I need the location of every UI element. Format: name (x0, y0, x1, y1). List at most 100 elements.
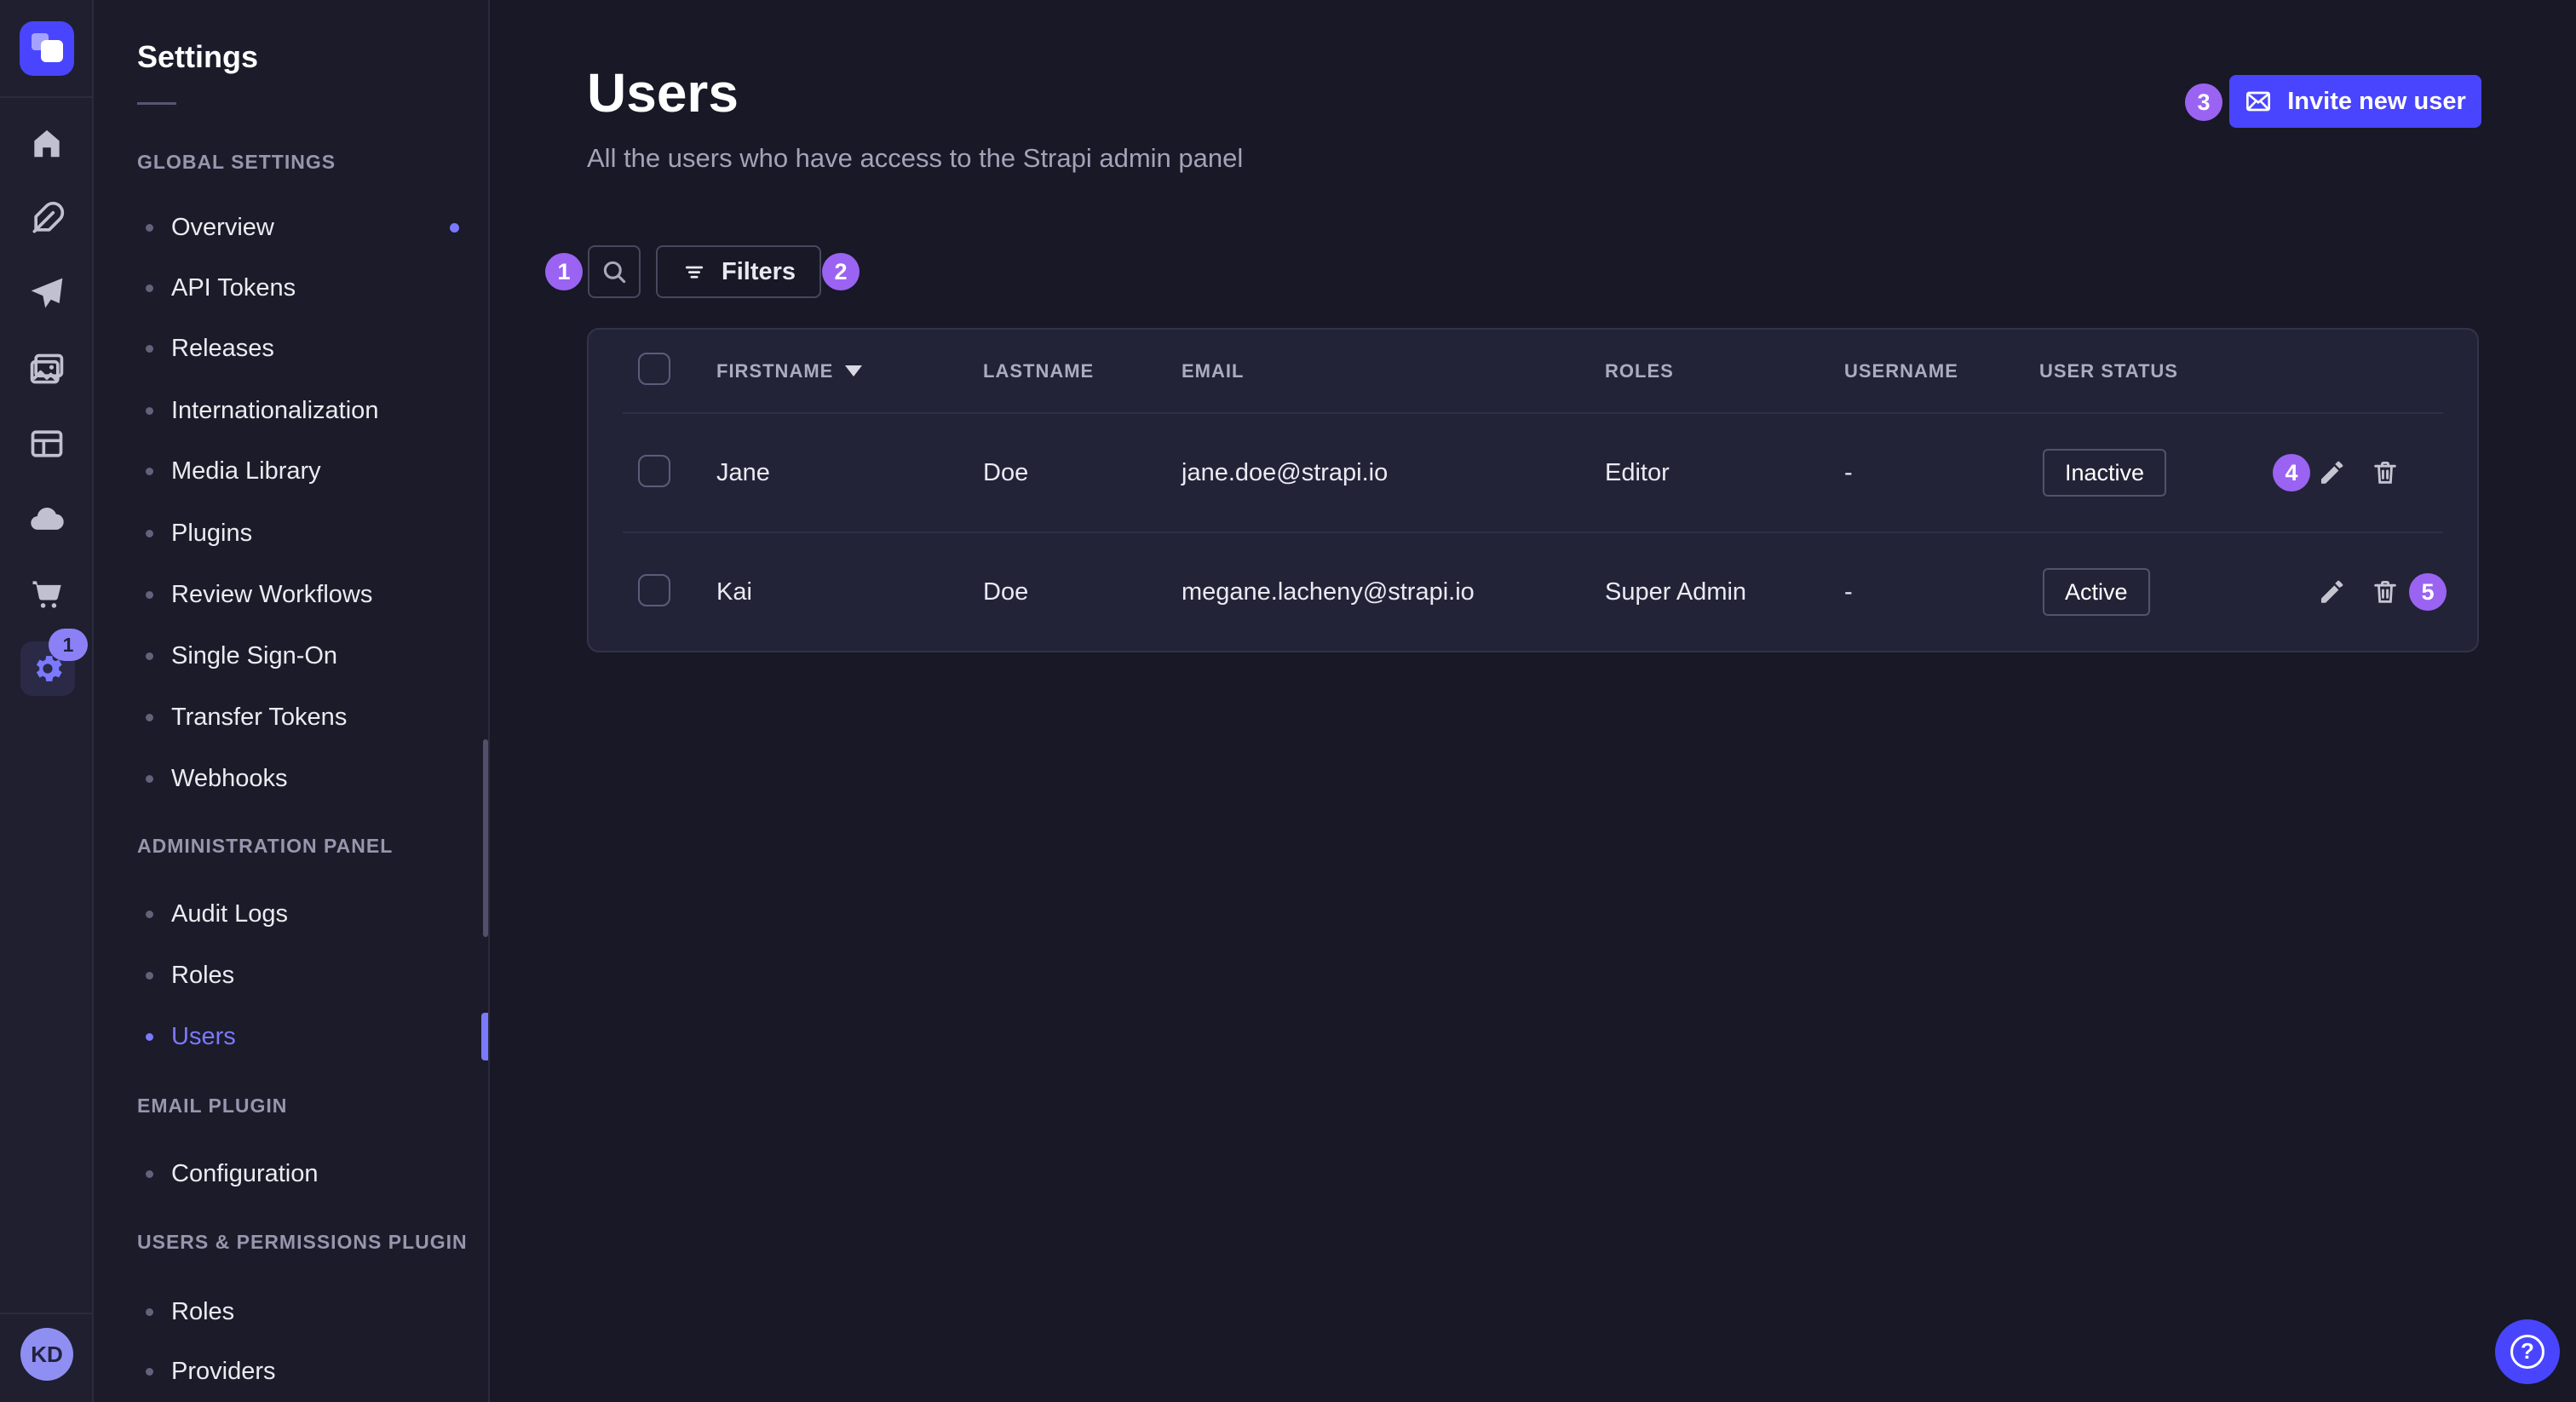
feather-icon[interactable] (28, 200, 66, 238)
home-icon[interactable] (28, 125, 66, 163)
trash-icon (2371, 577, 2400, 606)
bullet-icon (146, 1368, 153, 1376)
users-table: FIRSTNAME LASTNAME EMAIL ROLES USERNAME … (587, 328, 2479, 652)
sidebar-item-configuration[interactable]: Configuration (146, 1155, 471, 1192)
select-all-checkbox[interactable] (638, 353, 670, 385)
mail-icon (2245, 88, 2272, 115)
bullet-icon (146, 530, 153, 537)
sidebar-item-api-tokens[interactable]: API Tokens (146, 269, 471, 307)
table-row-kai[interactable]: Kai Doe megane.lacheny@strapi.io Super A… (589, 533, 2477, 651)
overview-notification-dot (450, 223, 459, 233)
annotation-badge-4: 4 (2273, 454, 2310, 491)
section-header-administration-panel: ADMINISTRATION PANEL (137, 835, 393, 860)
media-library-icon[interactable] (28, 350, 66, 388)
filter-icon (681, 259, 707, 284)
sidebar-item-internationalization[interactable]: Internationalization (146, 392, 471, 429)
bullet-icon (146, 284, 153, 292)
cloud-icon[interactable] (28, 501, 66, 538)
search-icon (600, 257, 629, 286)
sidebar-item-transfer-tokens[interactable]: Transfer Tokens (146, 698, 471, 736)
rail-divider-bottom (0, 1313, 94, 1314)
subnav-title-rule (137, 102, 176, 105)
column-header-username: USERNAME (1844, 360, 2039, 382)
row-checkbox[interactable] (638, 455, 670, 487)
bullet-icon (146, 1170, 153, 1178)
column-header-firstname[interactable]: FIRSTNAME (716, 360, 983, 382)
main-nav-rail: 1 KD (0, 0, 94, 1402)
user-avatar[interactable]: KD (20, 1328, 73, 1381)
settings-notification-badge: 1 (49, 629, 88, 661)
row-checkbox[interactable] (638, 574, 670, 606)
sidebar-item-plugins[interactable]: Plugins (146, 514, 471, 552)
column-header-roles: ROLES (1605, 360, 1844, 382)
annotation-badge-3: 3 (2185, 83, 2222, 121)
sidebar-item-single-sign-on[interactable]: Single Sign-On (146, 637, 471, 675)
trash-icon (2371, 458, 2400, 487)
bullet-icon (146, 345, 153, 353)
sidebar-item-review-workflows[interactable]: Review Workflows (146, 576, 471, 613)
filters-button[interactable]: Filters (656, 245, 821, 298)
table-row-jane[interactable]: Jane Doe jane.doe@strapi.io Editor - Ina… (589, 414, 2477, 531)
rail-divider-top (0, 96, 94, 98)
bullet-icon (146, 911, 153, 918)
cell-firstname: Jane (716, 459, 983, 487)
subnav-title: Settings (137, 39, 258, 75)
invite-new-user-button[interactable]: Invite new user (2229, 75, 2481, 128)
subnav-scrollbar-thumb[interactable] (483, 739, 488, 937)
annotation-badge-1: 1 (545, 253, 583, 290)
status-badge: Inactive (2043, 449, 2166, 497)
bullet-icon (146, 972, 153, 980)
strapi-logo[interactable] (20, 21, 74, 76)
bullet-icon (146, 714, 153, 721)
sidebar-item-audit-logs[interactable]: Audit Logs (146, 895, 471, 933)
strapi-logo-shape (41, 40, 63, 62)
bullet-icon (146, 1308, 153, 1316)
question-icon: ? (2510, 1335, 2544, 1369)
search-button[interactable] (588, 245, 641, 298)
section-header-users-permissions-plugin: USERS & PERMISSIONS PLUGIN (137, 1231, 468, 1256)
sort-desc-icon (845, 365, 862, 376)
annotation-badge-5: 5 (2409, 573, 2447, 611)
sidebar-item-webhooks[interactable]: Webhooks (146, 760, 471, 797)
page-title: Users (587, 61, 739, 124)
edit-button[interactable] (2317, 577, 2346, 606)
bullet-icon (146, 224, 153, 232)
help-button[interactable]: ? (2495, 1319, 2560, 1384)
annotation-badge-2: 2 (822, 253, 860, 290)
sidebar-item-media-library[interactable]: Media Library (146, 452, 471, 490)
sidebar-item-up-roles[interactable]: Roles (146, 1293, 471, 1330)
bullet-icon (146, 775, 153, 783)
sidebar-item-overview[interactable]: Overview (146, 209, 471, 246)
bullet-icon (146, 407, 153, 415)
paper-plane-icon[interactable] (28, 275, 66, 313)
bullet-icon (146, 591, 153, 599)
column-header-user-status: USER STATUS (2039, 360, 2477, 382)
table-header-row: FIRSTNAME LASTNAME EMAIL ROLES USERNAME … (589, 330, 2477, 412)
cell-lastname: Doe (983, 459, 1182, 487)
users-active-indicator (481, 1013, 488, 1060)
cell-roles: Super Admin (1605, 578, 1844, 606)
page-subtitle: All the users who have access to the Str… (587, 143, 1243, 174)
settings-subnav: Settings GLOBAL SETTINGS Overview API To… (94, 0, 490, 1402)
sidebar-item-releases[interactable]: Releases (146, 330, 471, 367)
cell-roles: Editor (1605, 459, 1844, 487)
sidebar-item-admin-roles[interactable]: Roles (146, 957, 471, 994)
bullet-icon (146, 652, 153, 660)
cell-firstname: Kai (716, 578, 983, 606)
cell-username: - (1844, 578, 2039, 606)
content-type-builder-icon[interactable] (28, 425, 66, 463)
status-badge: Active (2043, 568, 2150, 616)
marketplace-icon[interactable] (28, 575, 66, 612)
column-header-lastname: LASTNAME (983, 360, 1182, 382)
cell-email: jane.doe@strapi.io (1182, 459, 1605, 487)
delete-button[interactable] (2371, 577, 2400, 606)
bullet-icon (146, 1033, 153, 1041)
sidebar-item-users[interactable]: Users (146, 1018, 471, 1055)
cell-lastname: Doe (983, 578, 1182, 606)
delete-button[interactable] (2371, 458, 2400, 487)
bullet-icon (146, 468, 153, 475)
pencil-icon (2317, 458, 2346, 487)
sidebar-item-providers[interactable]: Providers (146, 1353, 471, 1390)
pencil-icon (2317, 577, 2346, 606)
edit-button[interactable] (2317, 458, 2346, 487)
